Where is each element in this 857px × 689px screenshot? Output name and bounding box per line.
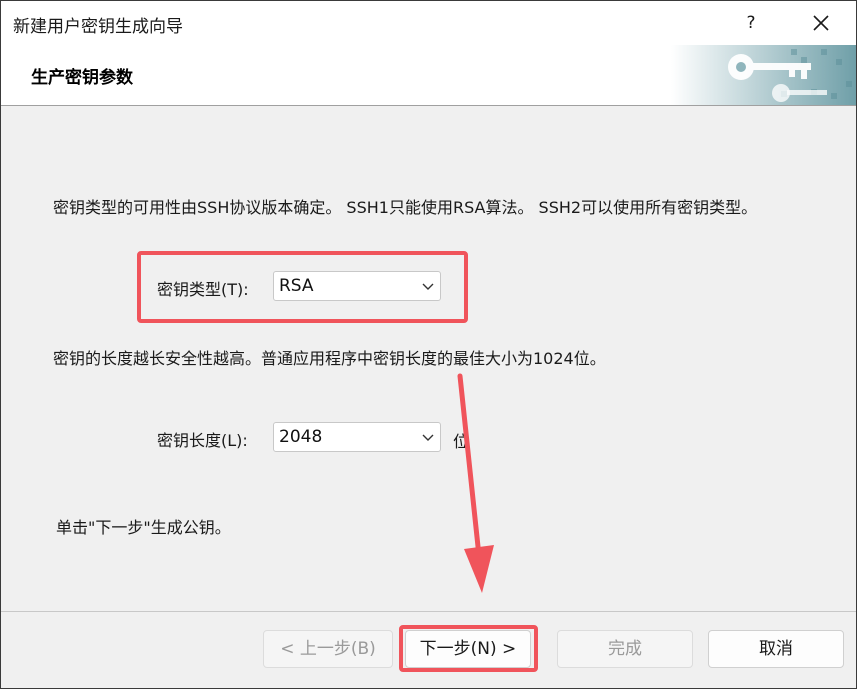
key-type-highlight-box [137, 251, 468, 323]
key-length-unit: 位 [453, 432, 470, 451]
back-button[interactable]: < 上一步(B) [263, 630, 393, 668]
window-title: 新建用户密钥生成向导 [13, 17, 183, 37]
close-icon [813, 15, 829, 31]
next-button-highlight-box [399, 625, 538, 672]
chevron-down-icon [422, 434, 434, 441]
title-bar: 新建用户密钥生成向导 ? [1, 1, 856, 45]
keys-banner-icon [671, 45, 856, 105]
wizard-header: 生产密钥参数 [1, 45, 856, 106]
key-length-label: 密钥长度(L): [157, 431, 248, 450]
key-type-description: 密钥类型的可用性由SSH协议版本确定。 SSH1只能使用RSA算法。 SSH2可… [53, 198, 758, 217]
key-length-description: 密钥的长度越长安全性越高。普通应用程序中密钥长度的最佳大小为1024位。 [53, 349, 606, 368]
key-wizard-window: 新建用户密钥生成向导 ? 生产密钥参数 密钥类型的可用性由SSH协议版本确定。 … [0, 0, 857, 689]
key-length-value: 2048 [279, 427, 323, 447]
instruction-text: 单击"下一步"生成公钥。 [56, 518, 231, 537]
footer-divider [1, 611, 856, 612]
page-title: 生产密钥参数 [31, 68, 133, 88]
finish-button[interactable]: 完成 [557, 630, 693, 668]
close-button[interactable] [797, 7, 845, 39]
key-length-select[interactable]: 2048 [273, 422, 441, 452]
cancel-button[interactable]: 取消 [708, 630, 844, 668]
help-button[interactable]: ? [729, 7, 773, 39]
